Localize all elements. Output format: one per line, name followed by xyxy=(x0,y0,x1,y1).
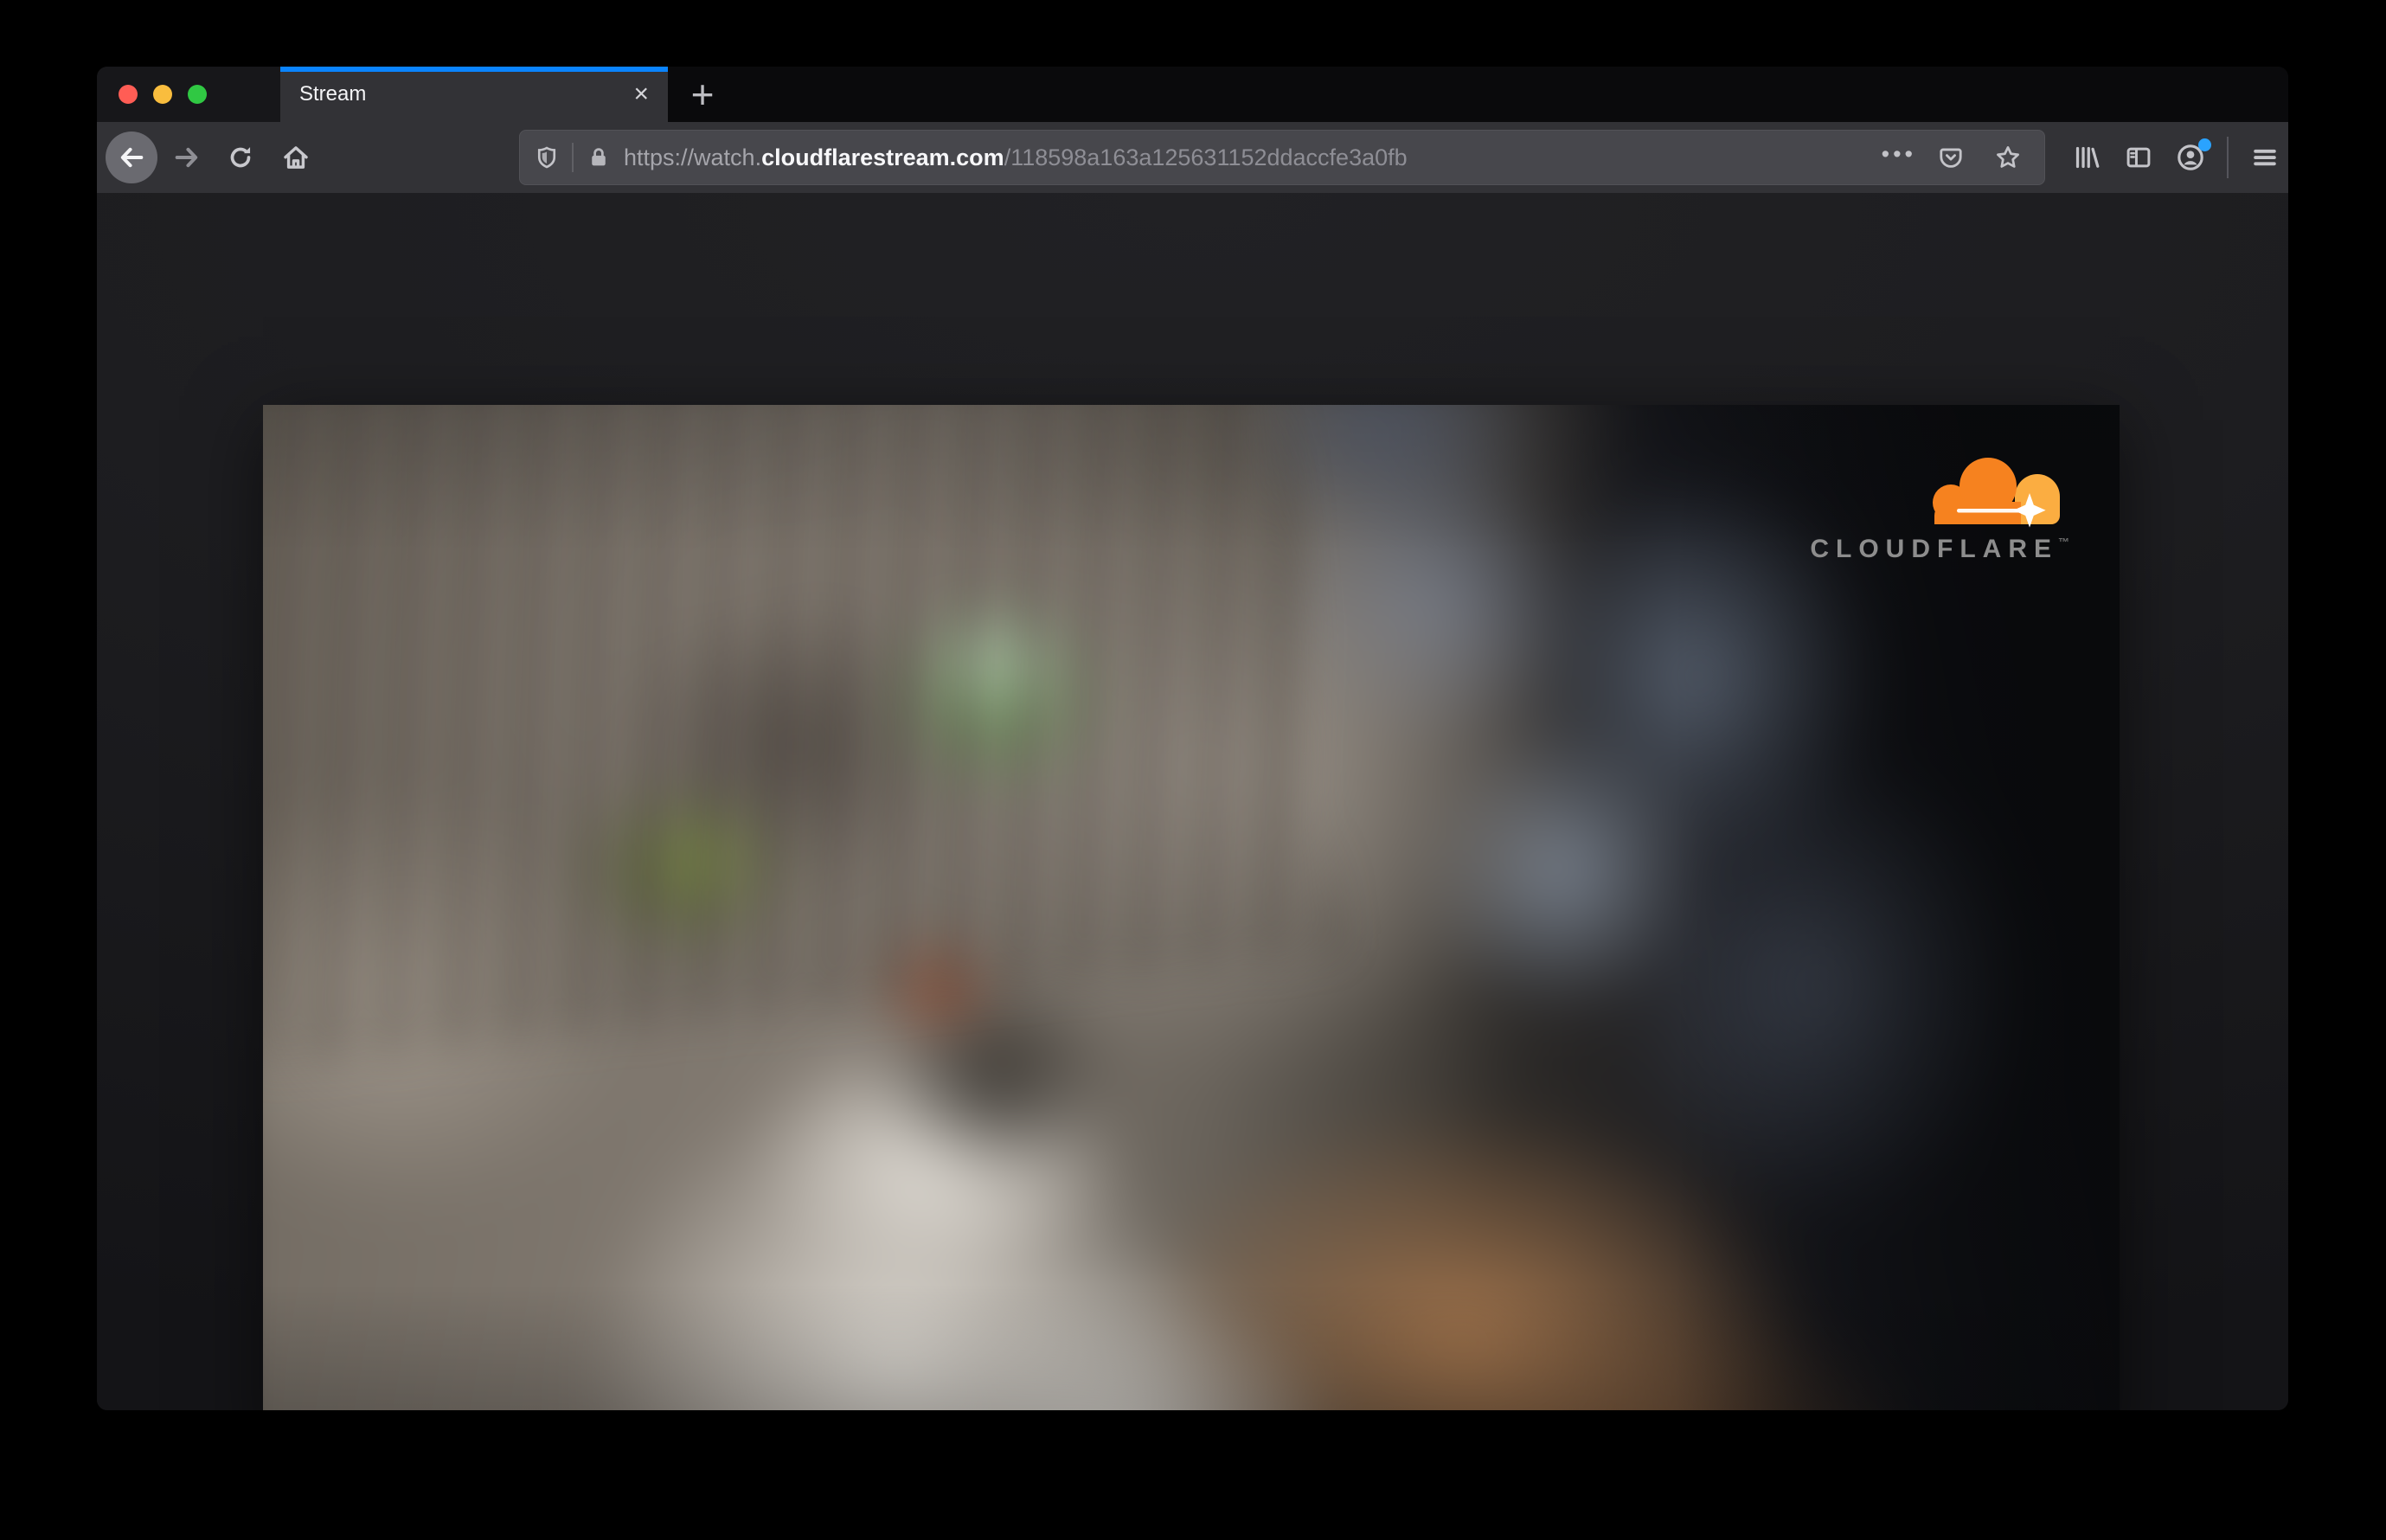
sidebar-button[interactable] xyxy=(2116,133,2161,182)
library-button[interactable] xyxy=(2064,133,2109,182)
pocket-icon xyxy=(1937,144,1965,171)
forward-button[interactable] xyxy=(164,133,209,182)
new-tab-button[interactable]: + xyxy=(677,68,728,120)
reload-icon xyxy=(226,143,255,172)
star-icon xyxy=(1993,143,2023,172)
forward-arrow-icon xyxy=(172,143,202,172)
sidebar-icon xyxy=(2124,143,2153,172)
page-actions-button[interactable]: ••• xyxy=(1881,140,1916,173)
tab-bar: Stream × + xyxy=(97,67,2288,122)
home-icon xyxy=(280,142,311,173)
trademark-mark: ™ xyxy=(2058,536,2069,549)
url-path: /118598a163a125631152ddaccfe3a0fb xyxy=(1004,144,1408,170)
toolbar-right-icons xyxy=(2057,133,2288,182)
plus-icon: + xyxy=(690,72,715,117)
cloudflare-cloud-icon xyxy=(1922,448,2069,531)
account-button[interactable] xyxy=(2168,133,2213,182)
library-icon xyxy=(2072,143,2101,172)
tab-title: Stream xyxy=(299,82,367,106)
url-domain: cloudflarestream.com xyxy=(761,144,1004,170)
menu-button[interactable] xyxy=(2242,133,2287,182)
window-close-button[interactable] xyxy=(119,85,138,104)
bookmark-star-button[interactable] xyxy=(1985,133,2030,182)
home-button[interactable] xyxy=(273,133,318,182)
url-bar[interactable]: https://watch.cloudflarestream.com/11859… xyxy=(519,130,2045,185)
toolbar-separator xyxy=(2227,137,2229,178)
window-minimize-button[interactable] xyxy=(153,85,172,104)
cloudflare-brand-text: CLOUDFLARE xyxy=(1810,535,2058,563)
back-arrow-icon xyxy=(117,143,146,172)
content-area: CLOUDFLARE ™ xyxy=(97,193,2288,1410)
tab-strip-empty: + xyxy=(668,67,2288,122)
hamburger-icon xyxy=(2250,143,2280,172)
video-player[interactable]: CLOUDFLARE ™ xyxy=(263,405,2120,1410)
browser-window: Stream × + https://watch.cloudflarestrea… xyxy=(97,67,2288,1410)
tab-stream[interactable]: Stream × xyxy=(280,67,668,122)
nav-toolbar: https://watch.cloudflarestream.com/11859… xyxy=(97,122,2288,193)
cloudflare-watermark: CLOUDFLARE ™ xyxy=(1810,448,2069,564)
back-button[interactable] xyxy=(106,132,157,183)
window-zoom-button[interactable] xyxy=(188,85,207,104)
url-scheme-host: https://watch. xyxy=(624,144,762,170)
tracking-protection-shield-icon[interactable] xyxy=(534,144,560,170)
reload-button[interactable] xyxy=(218,133,263,182)
account-notification-dot xyxy=(2198,138,2211,151)
lock-icon[interactable] xyxy=(586,144,612,170)
titlebar-controls xyxy=(97,67,280,122)
url-bar-separator xyxy=(572,143,574,172)
close-icon: × xyxy=(633,80,649,108)
three-dots-icon: ••• xyxy=(1881,140,1916,167)
url-text: https://watch.cloudflarestream.com/11859… xyxy=(624,144,1408,171)
tab-close-button[interactable]: × xyxy=(633,81,649,107)
pocket-button[interactable] xyxy=(1928,133,1973,182)
